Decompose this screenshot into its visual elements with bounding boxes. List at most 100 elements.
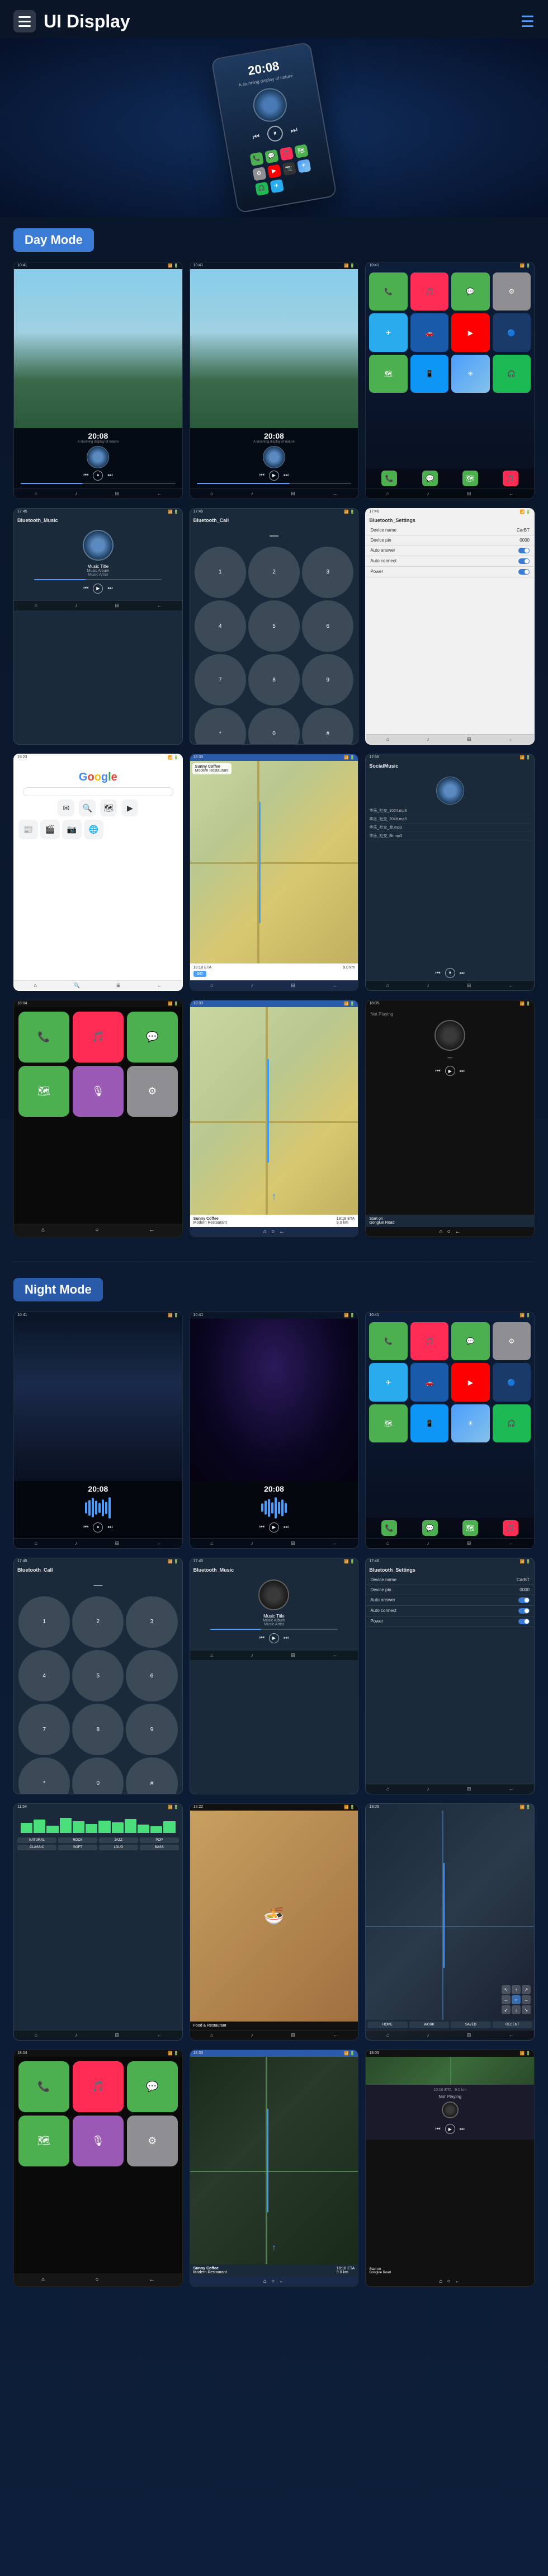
bottom-music[interactable]: 🎵: [503, 471, 518, 486]
n-cp-msgs[interactable]: 💬: [127, 2061, 178, 2112]
quick-link-1[interactable]: 📰: [18, 820, 38, 839]
n-key-9[interactable]: 9: [126, 1704, 177, 1755]
dir-right[interactable]: →: [522, 1995, 531, 2004]
key-1[interactable]: 1: [195, 547, 246, 598]
n-key-8[interactable]: 8: [72, 1704, 124, 1755]
n-key-6[interactable]: 6: [126, 1650, 177, 1701]
n-toggle-power[interactable]: [518, 1619, 530, 1624]
dir-down-left[interactable]: ↙: [502, 2005, 511, 2014]
app-grid-bt[interactable]: 🔵: [493, 313, 531, 351]
n-app-weather[interactable]: ☀: [451, 1404, 489, 1442]
n-bottom-music[interactable]: 🎵: [503, 1520, 518, 1536]
n-app-store[interactable]: 📱: [410, 1404, 448, 1442]
key-star[interactable]: *: [195, 708, 246, 745]
n-key-star[interactable]: *: [18, 1757, 70, 1794]
app-grid-music[interactable]: 🎵: [410, 272, 448, 311]
n-bottom-msgs[interactable]: 💬: [422, 1520, 438, 1536]
eq-btn-7[interactable]: LOUD: [99, 1845, 138, 1850]
dest-btn-3[interactable]: SAVED: [451, 2022, 490, 2028]
key-hash[interactable]: #: [302, 708, 353, 745]
app-grid-spotify[interactable]: 🎧: [493, 355, 531, 393]
n-key-0[interactable]: 0: [72, 1757, 124, 1794]
google-gmail[interactable]: ✉: [58, 800, 74, 816]
n-toggle-auto-answer[interactable]: [518, 1597, 530, 1603]
n-key-hash[interactable]: #: [126, 1757, 177, 1794]
app-grid-store[interactable]: 📱: [410, 355, 448, 393]
eq-btn-5[interactable]: CLASSIC: [17, 1845, 56, 1850]
n-app-music[interactable]: 🎵: [410, 1322, 448, 1360]
n-app-yt[interactable]: ▶: [451, 1363, 489, 1401]
cp-settings[interactable]: ⚙: [127, 1066, 178, 1117]
quick-link-2[interactable]: 🎬: [40, 820, 60, 839]
quick-link-3[interactable]: 📷: [62, 820, 82, 839]
app-grid-settings[interactable]: ⚙: [493, 272, 531, 311]
dir-left[interactable]: ←: [502, 1995, 511, 2004]
google-search[interactable]: [23, 787, 173, 796]
n-cp-phone[interactable]: 📞: [18, 2061, 69, 2112]
key-7[interactable]: 7: [195, 654, 246, 706]
app-grid-phone[interactable]: 📞: [369, 272, 407, 311]
cp-phone[interactable]: 📞: [18, 1012, 69, 1063]
n-app-maps[interactable]: 🗺: [369, 1404, 407, 1442]
app-grid-telegram[interactable]: ✈: [369, 313, 407, 351]
key-0[interactable]: 0: [248, 708, 300, 745]
app-grid-weather[interactable]: ☀: [451, 355, 489, 393]
eq-btn-6[interactable]: SOFT: [58, 1845, 97, 1850]
go-button[interactable]: GO: [193, 971, 206, 977]
bottom-phone[interactable]: 📞: [381, 471, 397, 486]
n-app-spotify[interactable]: 🎧: [493, 1404, 531, 1442]
n-app-telegram[interactable]: ✈: [369, 1363, 407, 1401]
quick-link-4[interactable]: 🌐: [84, 820, 103, 839]
eq-btn-1[interactable]: NATURAL: [17, 1837, 56, 1843]
nav-hamburger-icon[interactable]: ☰: [521, 12, 535, 31]
key-4[interactable]: 4: [195, 600, 246, 652]
google-youtube[interactable]: ▶: [121, 800, 138, 816]
n-cp-music[interactable]: 🎵: [73, 2061, 124, 2112]
app-grid-msgs[interactable]: 💬: [451, 272, 489, 311]
n-key-5[interactable]: 5: [72, 1650, 124, 1701]
app-grid-yt[interactable]: ▶: [451, 313, 489, 351]
key-2[interactable]: 2: [248, 547, 300, 598]
dir-down-right[interactable]: ↘: [522, 2005, 531, 2014]
n-toggle-auto-connect[interactable]: [518, 1608, 530, 1614]
n-cp-settings[interactable]: ⚙: [127, 2116, 178, 2166]
eq-btn-2[interactable]: ROCK: [58, 1837, 97, 1843]
cp-maps[interactable]: 🗺: [18, 1066, 69, 1117]
key-9[interactable]: 9: [302, 654, 353, 706]
n-bottom-phone[interactable]: 📞: [381, 1520, 397, 1536]
dir-up-right[interactable]: ↗: [522, 1985, 531, 1994]
cp-podcast[interactable]: 🎙: [73, 1066, 124, 1117]
n-key-1[interactable]: 1: [18, 1596, 70, 1648]
dir-center[interactable]: ○: [512, 1995, 521, 2004]
key-3[interactable]: 3: [302, 547, 353, 598]
cp-msgs[interactable]: 💬: [127, 1012, 178, 1063]
n-key-7[interactable]: 7: [18, 1704, 70, 1755]
cp-music[interactable]: 🎵: [73, 1012, 124, 1063]
dest-btn-1[interactable]: HOME: [367, 2022, 407, 2028]
n-app-phone[interactable]: 📞: [369, 1322, 407, 1360]
dir-up-left[interactable]: ↖: [502, 1985, 511, 1994]
app-grid-maps[interactable]: 🗺: [369, 355, 407, 393]
key-6[interactable]: 6: [302, 600, 353, 652]
n-app-wechat[interactable]: 🚗: [410, 1363, 448, 1401]
dest-btn-2[interactable]: WORK: [409, 2022, 449, 2028]
toggle-auto-connect[interactable]: [518, 558, 530, 564]
menu-icon[interactable]: [13, 10, 36, 32]
n-app-bt[interactable]: 🔵: [493, 1363, 531, 1401]
toggle-auto-answer[interactable]: [518, 548, 530, 553]
toggle-power[interactable]: [518, 569, 530, 575]
google-maps-icon[interactable]: 🗺: [100, 800, 117, 816]
dest-btn-4[interactable]: RECENT: [493, 2022, 532, 2028]
eq-btn-3[interactable]: JAZZ: [99, 1837, 138, 1843]
n-key-2[interactable]: 2: [72, 1596, 124, 1648]
google-search-icon[interactable]: 🔍: [79, 800, 96, 816]
n-app-settings[interactable]: ⚙: [493, 1322, 531, 1360]
key-5[interactable]: 5: [248, 600, 300, 652]
n-app-msgs[interactable]: 💬: [451, 1322, 489, 1360]
dir-up[interactable]: ↑: [512, 1985, 521, 1994]
n-cp-maps[interactable]: 🗺: [18, 2116, 69, 2166]
n-bottom-maps[interactable]: 🗺: [462, 1520, 478, 1536]
eq-btn-8[interactable]: BASS: [140, 1845, 179, 1850]
n-cp-podcast[interactable]: 🎙: [73, 2116, 124, 2166]
key-8[interactable]: 8: [248, 654, 300, 706]
